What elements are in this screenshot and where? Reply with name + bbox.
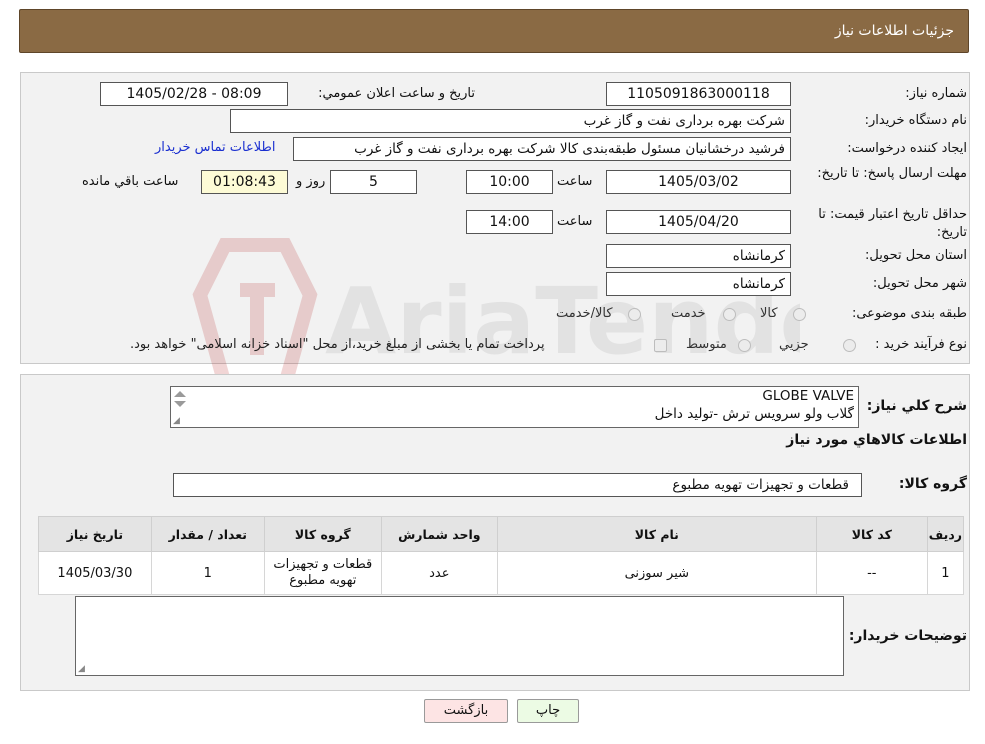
group-field: قطعات و تجهیزات تهویه مطبوع — [173, 473, 862, 497]
validity-label: حداقل تاریخ اعتبار قیمت: تا تاریخ: — [818, 207, 967, 240]
print-button[interactable]: چاپ — [517, 699, 579, 723]
page-header: جزئیات اطلاعات نیاز — [19, 9, 969, 53]
resize-grip-icon[interactable]: ◢ — [78, 665, 85, 674]
category-option-both: کالا/خدمت — [556, 306, 613, 321]
creator-field: فرشید درخشانیان مسئول طبقه‌بندی کالا شرک… — [293, 137, 791, 161]
category-radio-both[interactable] — [628, 308, 641, 321]
group-label: گروه کالا: — [898, 476, 967, 492]
need-number-label: شماره نیاز: — [905, 86, 967, 101]
buyer-org-label: نام دستگاه خریدار: — [864, 113, 967, 128]
cell-unit: عدد — [380, 551, 498, 595]
col-name-header: نام کالا — [496, 516, 817, 552]
cell-date: 1405/03/30 — [38, 551, 152, 595]
cell-code: -- — [815, 551, 928, 595]
process-radio-medium[interactable] — [738, 339, 751, 352]
creator-label: ایجاد کننده درخواست: — [847, 141, 967, 156]
process-radio-minor[interactable] — [843, 339, 856, 352]
category-label: طبقه بندی موضوعی: — [851, 306, 967, 321]
cell-row: 1 — [926, 551, 965, 595]
days-label: روز و — [296, 174, 326, 189]
col-date-header: تاریخ نیاز — [38, 516, 152, 552]
resize-grip-icon[interactable]: ◢ — [173, 417, 180, 426]
province-field: کرمانشاه — [606, 244, 791, 268]
col-unit-header: واحد شمارش — [380, 516, 498, 552]
validity-date-field: 1405/04/20 — [606, 210, 791, 234]
table-header-row: ردیف کد کالا نام کالا واحد شمارش گروه کا… — [38, 516, 965, 552]
items-table: ردیف کد کالا نام کالا واحد شمارش گروه کا… — [38, 516, 965, 595]
page-title: جزئیات اطلاعات نیاز — [834, 23, 954, 39]
buyer-contact-link[interactable]: اطلاعات تماس خریدار — [155, 140, 275, 155]
cell-qty: 1 — [150, 551, 265, 595]
col-group-header: گروه کالا — [263, 516, 382, 552]
deadline-date-field: 1405/03/02 — [606, 170, 791, 194]
city-field: کرمانشاه — [606, 272, 791, 296]
need-number-field: 1105091863000118 — [606, 82, 791, 106]
announce-label: تاریخ و ساعت اعلان عمومي: — [318, 86, 475, 101]
remaining-time-field: 01:08:43 — [201, 170, 288, 194]
notes-textarea[interactable]: ◢ — [75, 596, 844, 676]
validity-time-label: ساعت — [557, 214, 593, 229]
scroll-down-icon[interactable] — [174, 401, 186, 407]
col-row-header: ردیف — [926, 516, 965, 552]
summary-label: شرح کلي نیاز: — [866, 398, 967, 414]
deadline-label: مهلت ارسال پاسخ: تا تاریخ: — [817, 166, 967, 181]
category-option-service: خدمت — [671, 306, 706, 321]
back-button[interactable]: بازگشت — [424, 699, 508, 723]
col-code-header: کد کالا — [815, 516, 928, 552]
table-row[interactable]: 1 -- شیر سوزنی عدد قطعات و تجهیزات تهویه… — [38, 551, 965, 595]
validity-time-field: 14:00 — [466, 210, 553, 234]
scroll-up-icon[interactable] — [174, 391, 186, 397]
process-label: نوع فرآیند خرید : — [875, 337, 967, 352]
category-radio-service[interactable] — [723, 308, 736, 321]
cell-group: قطعات و تجهیزات تهویه مطبوع — [263, 551, 382, 595]
summary-textarea[interactable]: GLOBE VALVE گلاب ولو سرویس ترش -تولید دا… — [170, 386, 859, 428]
process-option-minor: جزیي — [779, 337, 809, 352]
days-field: 5 — [330, 170, 417, 194]
category-radio-goods[interactable] — [793, 308, 806, 321]
announce-field: 1405/02/28 - 08:09 — [100, 82, 288, 106]
treasury-checkbox[interactable] — [654, 339, 667, 352]
deadline-time-field: 10:00 — [466, 170, 553, 194]
category-option-goods: کالا — [760, 306, 778, 321]
province-label: استان محل تحویل: — [865, 248, 967, 263]
buyer-org-field: شرکت بهره برداری نفت و گاز غرب — [230, 109, 791, 133]
remaining-label: ساعت باقي مانده — [82, 174, 179, 189]
col-qty-header: تعداد / مقدار — [150, 516, 265, 552]
items-heading: اطلاعات کالاهاي مورد نیاز — [786, 432, 967, 448]
deadline-time-label: ساعت — [557, 174, 593, 189]
notes-label: توضیحات خریدار: — [848, 628, 967, 644]
summary-line-1: GLOBE VALVE — [762, 388, 854, 404]
process-option-medium: متوسط — [686, 337, 727, 352]
process-note: پرداخت تمام یا بخشی از مبلغ خرید،از محل … — [130, 337, 545, 352]
cell-name: شیر سوزنی — [496, 551, 817, 595]
city-label: شهر محل تحویل: — [872, 276, 967, 291]
summary-line-2: گلاب ولو سرویس ترش -تولید داخل — [654, 406, 854, 422]
